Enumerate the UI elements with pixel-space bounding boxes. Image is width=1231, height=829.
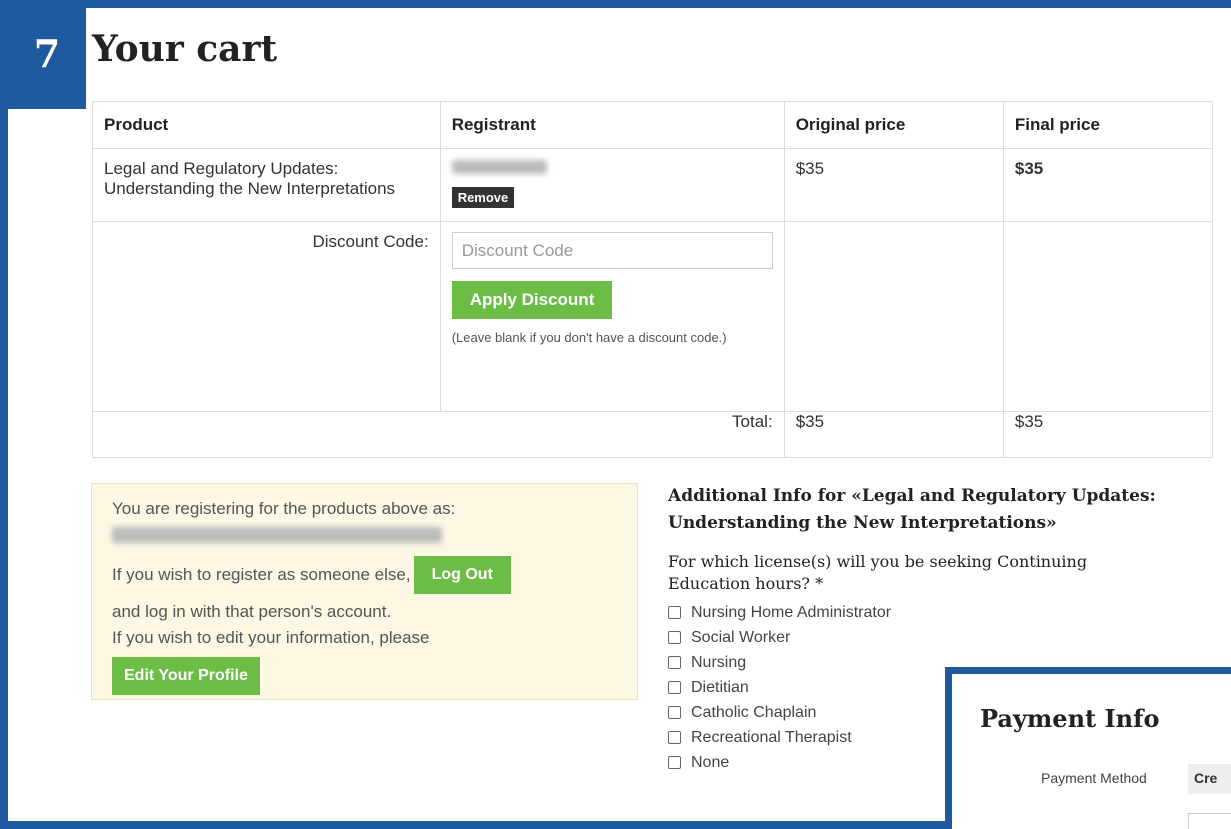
cart-table: Product Registrant Original price Final … [92,101,1214,458]
discount-cell: Apply Discount (Leave blank if you don't… [439,221,785,412]
final-price: $35 [1002,148,1214,222]
edit-profile-button[interactable]: Edit Your Profile [112,657,260,695]
checkbox[interactable] [668,631,681,644]
payment-field[interactable] [1188,813,1231,829]
registration-line-4: If you wish to edit your information, pl… [112,628,430,647]
step-badge: 7 [8,8,86,109]
payment-info-panel: Payment Info Payment Method Cre [945,667,1231,829]
additional-info-title: Additional Info for «Legal and Regulator… [668,486,1156,533]
discount-code-input[interactable] [451,232,773,269]
registrant-name-blurred [451,160,547,174]
discount-label: Discount Code: [92,221,441,412]
page-title: Your cart [92,28,278,70]
total-row: Total: $35 $35 [92,411,1214,458]
registrant-cell: Remove [439,148,785,222]
product-name: Legal and Regulatory Updates: Understand… [92,148,441,222]
registrant-email-blurred [112,527,617,548]
empty-cell [1002,221,1214,412]
checkbox[interactable] [668,681,681,694]
header-final-price: Final price [1002,101,1214,149]
license-option-nursing-home-administrator[interactable]: Nursing Home Administrator [668,600,1168,625]
register-else-row: If you wish to register as someone else,… [112,556,617,594]
checkbox[interactable] [668,706,681,719]
payment-method-label: Payment Method [1041,770,1147,786]
original-price: $35 [783,148,1004,222]
apply-discount-button[interactable]: Apply Discount [451,281,613,319]
header-product: Product [92,101,441,149]
registration-notice: You are registering for the products abo… [91,483,638,700]
total-final: $35 [1002,411,1214,458]
total-label: Total: [92,411,785,458]
registration-line-2: If you wish to register as someone else, [112,565,411,584]
log-out-button[interactable]: Log Out [413,556,511,594]
license-question: For which license(s) will you be seeking… [668,552,1088,593]
checkbox[interactable] [668,606,681,619]
table-row: Legal and Regulatory Updates: Understand… [92,148,1214,222]
total-original: $35 [783,411,1004,458]
discount-row: Discount Code: Apply Discount (Leave bla… [92,221,1214,412]
discount-hint: (Leave blank if you don't have a discoun… [451,330,727,345]
license-option-social-worker[interactable]: Social Worker [668,625,1168,650]
empty-cell [783,221,1004,412]
header-original-price: Original price [783,101,1004,149]
registration-line-3: and log in with that person's account. [112,602,392,621]
checkbox[interactable] [668,656,681,669]
registration-line-1: You are registering for the products abo… [112,499,456,518]
remove-button[interactable]: Remove [451,187,515,208]
checkbox[interactable] [668,756,681,769]
header-registrant: Registrant [439,101,785,149]
payment-title: Payment Info [980,704,1160,733]
payment-method-select[interactable]: Cre [1188,764,1231,794]
checkbox[interactable] [668,731,681,744]
table-header-row: Product Registrant Original price Final … [92,101,1214,149]
